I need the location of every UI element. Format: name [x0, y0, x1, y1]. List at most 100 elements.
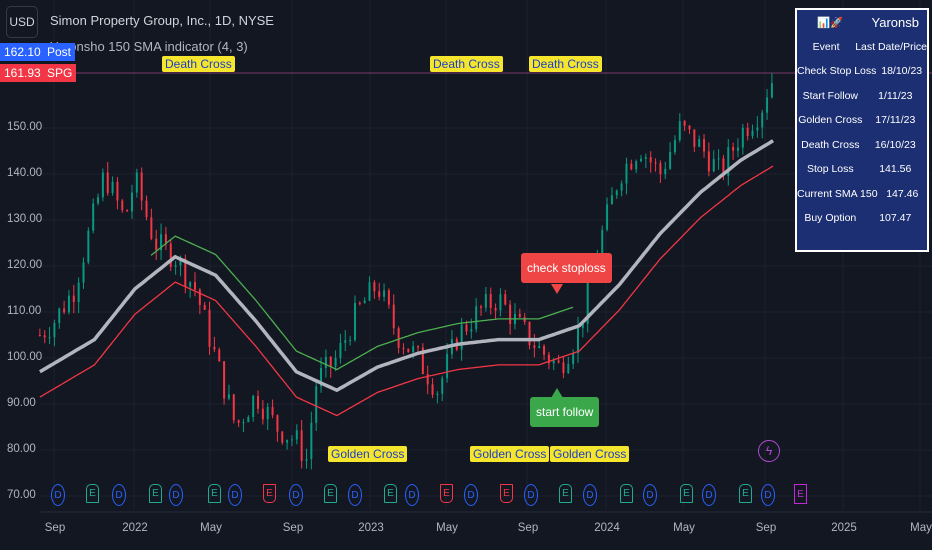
candle — [649, 157, 652, 163]
candle — [606, 204, 609, 230]
candle — [329, 356, 332, 367]
candle — [654, 162, 657, 164]
y-tick: 150.00 — [7, 121, 43, 133]
earnings-marker[interactable]: E — [149, 484, 162, 503]
golden-cross-label: Golden Cross — [328, 446, 408, 462]
x-tick: May — [910, 522, 932, 534]
candle — [484, 294, 487, 308]
y-tick: 130.00 — [7, 213, 43, 225]
candle — [324, 356, 327, 369]
earnings-marker[interactable]: E — [263, 484, 276, 503]
candle — [101, 172, 104, 198]
dividend-marker[interactable]: D — [524, 484, 538, 506]
dividend-marker[interactable]: D — [169, 484, 183, 506]
dividend-marker[interactable]: D — [405, 484, 419, 506]
candle — [494, 307, 497, 311]
candle — [77, 282, 80, 303]
candle — [678, 121, 681, 141]
dividend-marker[interactable]: D — [583, 484, 597, 506]
golden-cross-label: Golden Cross — [470, 446, 550, 462]
candle — [193, 282, 196, 290]
last-price-label: 161.93 — [0, 64, 43, 82]
dividend-marker[interactable]: D — [348, 484, 362, 506]
candle — [441, 378, 444, 394]
dividend-marker[interactable]: D — [112, 484, 126, 506]
symbol-title: Simon Property Group, Inc., 1D, NYSE — [50, 13, 274, 28]
earnings-marker[interactable]: E — [324, 484, 337, 503]
candle — [48, 337, 51, 339]
candle — [412, 346, 415, 353]
earnings-marker[interactable]: E — [739, 484, 752, 503]
candle — [334, 357, 337, 367]
candle — [368, 282, 371, 301]
candle — [339, 342, 342, 358]
earnings-marker[interactable]: E — [620, 484, 633, 503]
candle — [567, 363, 570, 373]
candle — [189, 282, 192, 287]
candle — [140, 172, 143, 201]
x-tick: Sep — [755, 522, 777, 534]
event-value: 16/10/23 — [874, 138, 916, 151]
lightning-icon[interactable]: ϟ — [758, 440, 780, 462]
y-tick: 100.00 — [7, 351, 43, 363]
y-tick: 90.00 — [7, 397, 36, 409]
candle — [630, 163, 633, 170]
candle — [87, 230, 90, 263]
candle — [644, 157, 647, 159]
post-price-label: 162.10 — [0, 43, 43, 61]
death-cross-label: Death Cross — [529, 56, 602, 72]
candle — [53, 323, 56, 338]
candle — [363, 300, 366, 304]
chart-rocket-icon: 📊🚀 — [817, 16, 844, 29]
earnings-marker[interactable]: E — [384, 484, 397, 503]
start-follow-label: start follow — [530, 397, 600, 427]
candle — [116, 181, 119, 201]
currency-button[interactable]: USD — [6, 6, 38, 38]
y-tick: 120.00 — [7, 259, 43, 271]
dividend-marker[interactable]: D — [643, 484, 657, 506]
dividend-marker[interactable]: D — [702, 484, 716, 506]
earnings-marker[interactable]: E — [680, 484, 693, 503]
earnings-marker[interactable]: E — [208, 484, 221, 503]
candle — [504, 294, 507, 305]
y-tick: 110.00 — [7, 305, 42, 317]
candle — [203, 305, 206, 310]
candle — [300, 430, 303, 461]
candle — [417, 346, 420, 348]
candle — [431, 384, 434, 395]
candle — [703, 139, 706, 152]
candle — [290, 439, 293, 441]
earnings-marker[interactable]: E — [559, 484, 572, 503]
dividend-marker[interactable]: D — [289, 484, 303, 506]
candle — [683, 121, 686, 126]
event-name: Death Cross — [801, 138, 860, 151]
candle — [223, 361, 226, 399]
price-chart[interactable] — [0, 0, 932, 550]
earnings-marker[interactable]: E — [86, 484, 99, 503]
table-row: Death Cross 16/10/23 — [797, 133, 927, 158]
candle — [126, 210, 129, 212]
candle — [242, 422, 245, 424]
dividend-marker[interactable]: D — [464, 484, 478, 506]
candle — [72, 295, 75, 303]
candle — [635, 161, 638, 170]
earnings-marker[interactable]: E — [440, 484, 453, 503]
candle — [712, 159, 715, 172]
candle — [305, 459, 308, 461]
event-name: Current SMA 150 — [797, 187, 878, 200]
candle — [402, 347, 405, 349]
candle — [92, 203, 95, 231]
dividend-marker[interactable]: D — [51, 484, 65, 506]
earnings-marker[interactable]: E — [794, 484, 807, 504]
dividend-marker[interactable]: D — [761, 484, 775, 506]
candle — [373, 282, 376, 292]
candle — [446, 354, 449, 379]
event-name: Buy Option — [804, 212, 857, 225]
candle — [237, 420, 240, 423]
candle — [766, 97, 769, 113]
candle — [135, 172, 138, 193]
earnings-marker[interactable]: E — [500, 484, 513, 503]
candle — [247, 417, 250, 423]
indicator-label[interactable]: Yaronsho 150 SMA indicator (4, 3) — [50, 39, 248, 54]
dividend-marker[interactable]: D — [228, 484, 242, 506]
